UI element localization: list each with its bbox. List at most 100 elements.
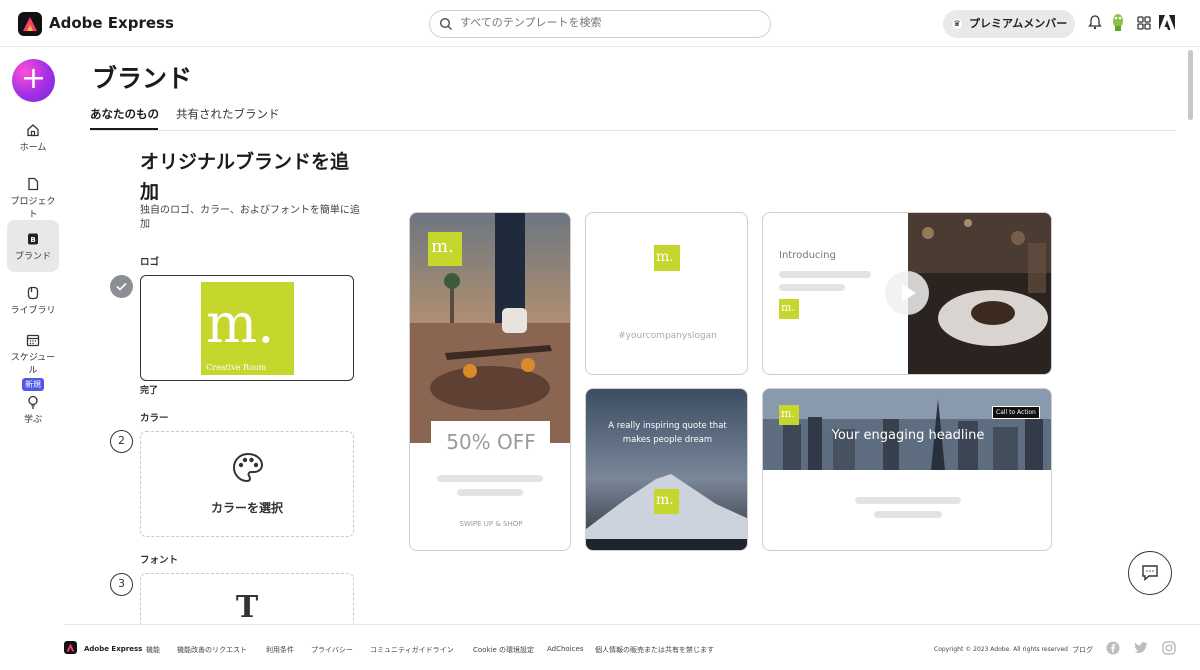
font-section-label: フォント [140,555,179,566]
offer-text: 50% OFF [446,430,536,454]
sidebar-item-brands[interactable]: B ブランド [7,220,59,272]
premium-member-button[interactable]: ♛ プレミアムメンバー [943,10,1075,38]
text-placeholder [855,497,961,504]
library-icon [27,286,39,300]
play-button[interactable] [885,271,929,315]
step-number-2: 2 [110,430,133,453]
preview-card-video: Introducing m. [762,212,1052,375]
logo-mark-badge: m. [779,299,799,319]
step-complete-icon [110,275,133,298]
page-title: ブランド [92,64,193,93]
adobe-express-logo[interactable] [18,12,42,36]
sidebar-item-projects[interactable]: プロジェクト [7,175,59,220]
text-placeholder [437,475,543,482]
footer: Adobe Express 機能 機能改善のリクエスト 利用条件 プライバシー … [64,624,1200,670]
add-brand-heading: オリジナルブランドを追加 [140,151,350,203]
headline-text: Your engaging headline [831,428,985,443]
new-badge: 新規 [22,378,44,391]
footer-link-requests[interactable]: 機能改善のリクエスト [177,645,247,655]
logo-caption: Creative Room [206,363,267,372]
footer-link-features[interactable]: 機能 [146,645,160,655]
sidebar-item-schedule[interactable]: スケジュール 新規 [7,331,59,391]
tab-shared-brands[interactable]: 共有されたブランド [176,106,280,122]
chat-button[interactable] [1128,551,1172,595]
logo-mark-badge: m. [779,405,799,425]
document-icon [28,177,39,191]
sidebar-item-label: ホーム [19,143,47,153]
scrollbar[interactable] [1188,50,1193,120]
choose-font-box[interactable]: T [140,573,354,627]
facebook-icon[interactable] [1106,641,1120,655]
footer-link-cookies[interactable]: Cookie の環境設定 [473,645,534,655]
footer-logo[interactable] [64,641,77,654]
footer-link-blog[interactable]: ブログ [1072,645,1093,655]
sidebar-item-library[interactable]: ライブラリ [7,284,59,324]
call-to-action-badge: Call to Action [992,406,1040,419]
active-tab-indicator [90,128,158,130]
swipe-text: SWIPE UP & SHOP [459,520,523,528]
logo-done-label: 完了 [140,386,159,396]
top-bar: Adobe Express ♛ プレミアムメンバー [0,0,1200,47]
footer-link-community[interactable]: コミュニティガイドライン [370,645,454,655]
sidebar-item-label: プロジェクト [10,197,56,220]
brand-icon: B [28,233,38,245]
apps-grid-icon[interactable] [1137,16,1151,30]
step-number-3: 3 [110,573,133,596]
text-placeholder [874,511,942,518]
color-section-label: カラー [140,413,169,424]
logo-mark-badge: m. [428,232,462,266]
preview-card-slogan: m. #yourcompanyslogan [585,212,748,375]
quote-text: A really inspiring quote that makes peop… [608,421,727,445]
text-placeholder [779,271,871,278]
sidebar-item-learn[interactable]: 学ぶ [7,393,59,433]
logo-section-label: ロゴ [140,257,160,268]
left-sidebar: + ホーム プロジェクト B ブランド ライブラリ スケジュール 新規 学ぶ [0,47,66,627]
premium-label: プレミアムメンバー [969,17,1068,30]
logo-mark: m. [206,292,275,355]
bell-icon[interactable] [1088,14,1102,30]
brand-logo-image: m. Creative Room [201,282,294,375]
instagram-icon[interactable] [1162,641,1176,655]
search-bar[interactable] [429,10,771,38]
chat-icon [1142,565,1158,582]
sidebar-item-home[interactable]: ホーム [7,121,59,161]
sidebar-item-label: スケジュール [10,353,56,376]
tab-yours[interactable]: あなたのもの [90,106,159,122]
crown-icon: ♛ [952,19,962,29]
logo-mark-badge: m. [654,245,680,271]
search-input[interactable] [460,16,760,29]
footer-link-do-not-sell[interactable]: 個人情報の販売または共有を禁じます [595,645,714,655]
footer-link-privacy[interactable]: プライバシー [311,645,353,655]
main-content: ブランド あなたのもの 共有されたブランド オリジナルブランドを追加 独自のロゴ… [90,47,1176,627]
footer-link-terms[interactable]: 利用条件 [266,645,294,655]
create-new-button[interactable]: + [12,59,55,102]
preview-card-promo: m. 50% OFF SWIPE UP & SHOP [409,212,571,551]
palette-icon [232,452,264,483]
avatar[interactable] [1110,12,1126,32]
adobe-icon[interactable] [1159,15,1175,30]
app-name[interactable]: Adobe Express [49,14,174,32]
twitter-icon[interactable] [1134,642,1148,654]
calendar-icon [26,334,40,347]
restaurant-photo [908,213,1051,374]
footer-brand[interactable]: Adobe Express [84,645,142,653]
sidebar-item-label: ライブラリ [10,306,56,316]
logo-mark-badge: m. [654,489,679,514]
logo-upload-box[interactable]: m. Creative Room [140,275,354,381]
preview-card-quote: A really inspiring quote that makes peop… [585,388,748,551]
slogan-text: #yourcompanyslogan [618,331,717,341]
preview-card-headline: m. Call to Action Your engaging headline [762,388,1052,551]
search-icon [439,17,453,31]
lightbulb-icon [28,395,38,409]
sidebar-item-label: 学ぶ [23,415,42,425]
footer-copyright: Copyright © 2023 Adobe. All rights reser… [934,646,1068,653]
footer-link-adchoices[interactable]: AdChoices [547,645,583,653]
home-icon [27,124,39,137]
choose-color-box[interactable]: カラーを選択 [140,431,354,537]
add-brand-description: 独自のロゴ、カラー、およびフォントを簡単に追加 [140,205,360,230]
choose-color-label: カラーを選択 [210,501,283,515]
sidebar-item-label: ブランド [14,252,51,262]
font-type-icon: T [235,590,259,625]
introducing-text: Introducing [779,250,836,261]
text-placeholder [779,284,845,291]
